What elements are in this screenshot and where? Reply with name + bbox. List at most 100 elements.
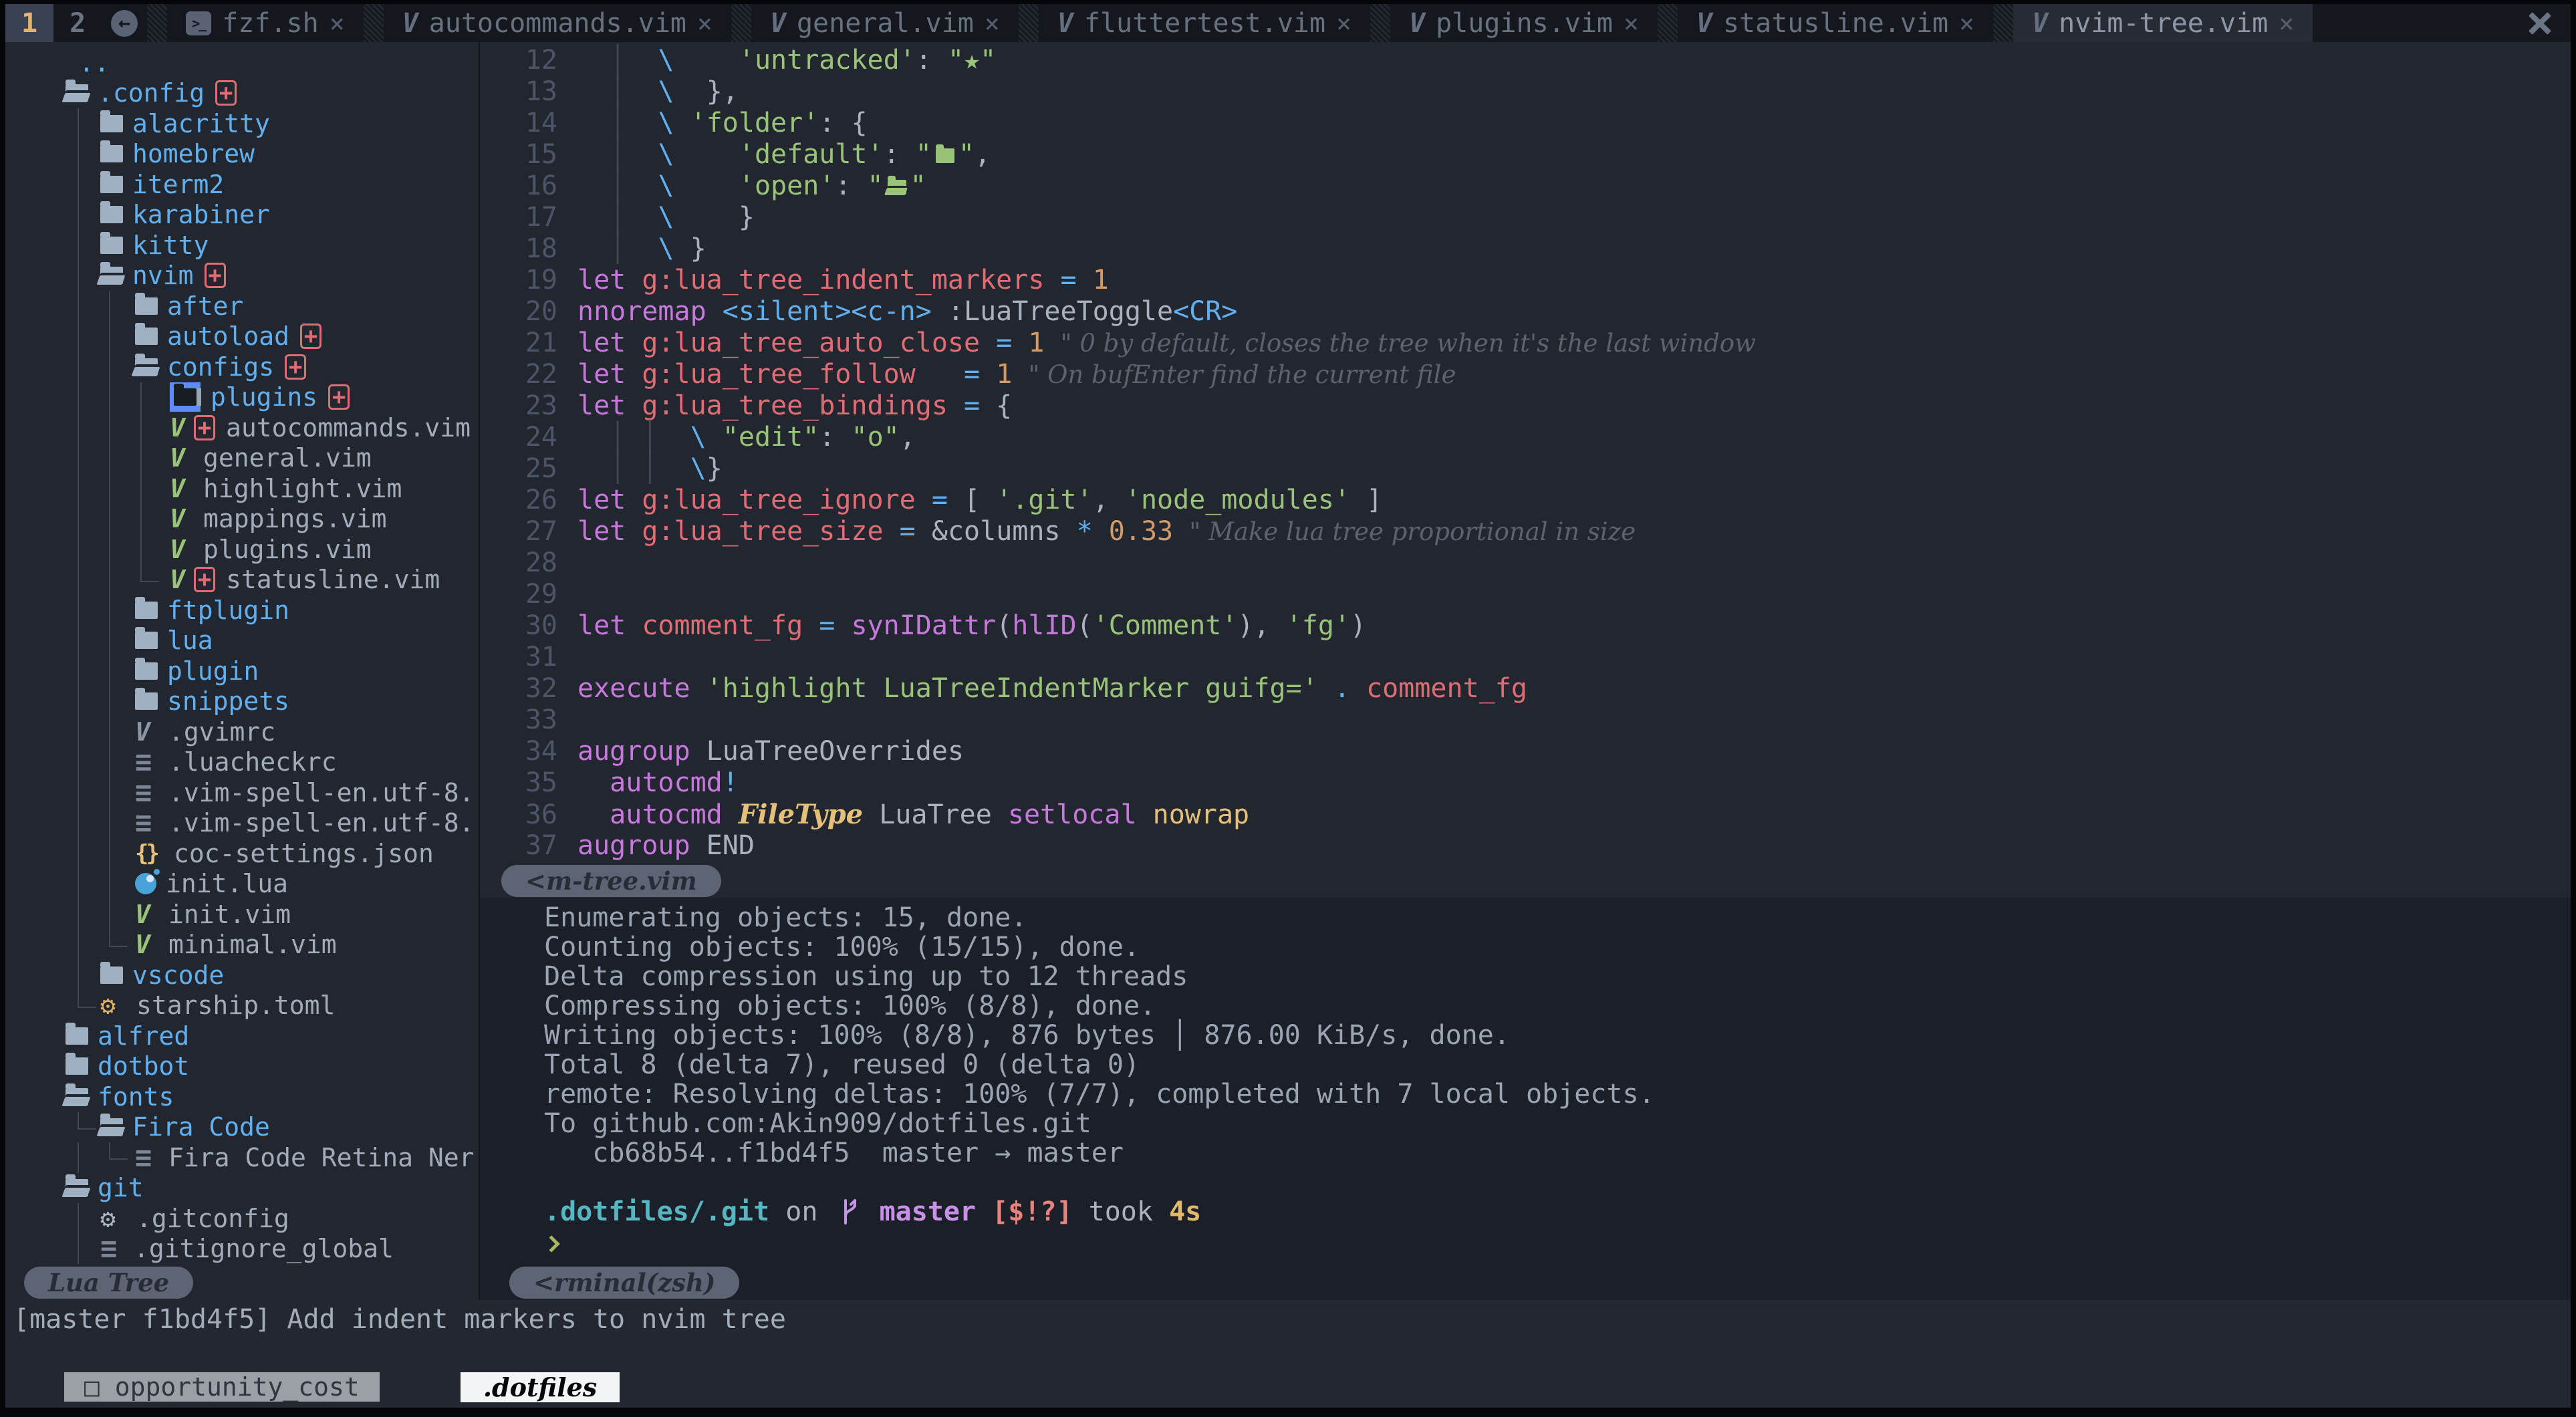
back-arrow-icon[interactable]: ← bbox=[111, 10, 138, 37]
tree-item-fonts[interactable]: fonts bbox=[5, 1081, 479, 1112]
tab-separator bbox=[731, 4, 751, 42]
tree-guide bbox=[109, 686, 110, 717]
tree-item-Fira-Code[interactable]: Fira Code bbox=[5, 1112, 479, 1143]
close-buffer-icon[interactable]: × bbox=[2279, 9, 2294, 38]
buffer-tab-fzf.sh[interactable]: >_fzf.sh× bbox=[167, 4, 363, 42]
tree-item-autoload[interactable]: autoload+ bbox=[5, 321, 479, 352]
tree-item-after[interactable]: after bbox=[5, 291, 479, 321]
tree-item-plugin[interactable]: plugin bbox=[5, 656, 479, 686]
close-icon[interactable] bbox=[2527, 10, 2553, 37]
tree-item-ftplugin[interactable]: ftplugin bbox=[5, 595, 479, 626]
tree-item-autocommands.vim[interactable]: V+autocommands.vim bbox=[5, 412, 479, 443]
tree-item-init.vim[interactable]: Vinit.vim bbox=[5, 899, 479, 930]
tabline: 12 ← >_fzf.sh×Vautocommands.vim×Vgeneral… bbox=[5, 4, 2571, 42]
tree-item-mappings.vim[interactable]: Vmappings.vim bbox=[5, 504, 479, 535]
tree-item-label: starship.toml bbox=[136, 991, 335, 1020]
tree-item-label: lua bbox=[167, 626, 213, 655]
tmux-window-1[interactable]: □ opportunity_cost bbox=[29, 1370, 414, 1404]
buffer-tab-autocommands.vim[interactable]: Vautocommands.vim× bbox=[384, 4, 731, 42]
tree-guide bbox=[78, 139, 79, 170]
tree-item-init.lua[interactable]: init.lua bbox=[5, 869, 479, 900]
tree-item-.luacheckrc[interactable]: ≡.luacheckrc bbox=[5, 747, 479, 778]
tree-item-homebrew[interactable]: homebrew bbox=[5, 139, 479, 170]
tree-item-plugins.vim[interactable]: Vplugins.vim bbox=[5, 534, 479, 565]
tree-item-statusline.vim[interactable]: V+statusline.vim bbox=[5, 565, 479, 596]
tree-guide bbox=[109, 595, 110, 626]
tabpage-1[interactable]: 1 bbox=[5, 4, 53, 42]
buffer-tab-plugins.vim[interactable]: Vplugins.vim× bbox=[1390, 4, 1658, 42]
tree-item-Fira-Code-Retina-Ner[interactable]: ≡Fira Code Retina Ner bbox=[5, 1142, 479, 1173]
folder-icon bbox=[100, 176, 123, 193]
tree-item-snippets[interactable]: snippets bbox=[5, 686, 479, 717]
folder-icon bbox=[100, 145, 123, 162]
tabpage-2[interactable]: 2 bbox=[53, 4, 102, 42]
tree-item-alfred[interactable]: alfred bbox=[5, 1021, 479, 1051]
tree-item-.vim-spell-en.utf-8.[interactable]: ≡.vim-spell-en.utf-8. bbox=[5, 808, 479, 839]
tree-item-.config[interactable]: .config+ bbox=[5, 78, 479, 109]
tree-item-kitty[interactable]: kitty bbox=[5, 230, 479, 261]
code-line: 26let g:lua_tree_ignore = [ '.git', 'nod… bbox=[507, 485, 2571, 516]
code-line: 35 autocmd! bbox=[507, 767, 2571, 799]
buffer-tab-statusline.vim[interactable]: Vstatusline.vim× bbox=[1678, 4, 1993, 42]
close-buffer-icon[interactable]: × bbox=[697, 9, 713, 38]
tree-item-alacritty[interactable]: alacritty bbox=[5, 108, 479, 139]
tab-separator bbox=[364, 4, 384, 42]
tree-item-.gitconfig[interactable]: ⚙.gitconfig bbox=[5, 1203, 479, 1234]
close-buffer-icon[interactable]: × bbox=[1959, 9, 1974, 38]
plus-badge-icon: + bbox=[194, 415, 215, 440]
tree-item-karabiner[interactable]: karabiner bbox=[5, 200, 479, 231]
buffer-tab-label: fzf.sh bbox=[222, 8, 319, 39]
tree-guide bbox=[109, 565, 110, 596]
tree-item-highlight.vim[interactable]: Vhighlight.vim bbox=[5, 473, 479, 504]
tree-item-general.vim[interactable]: Vgeneral.vim bbox=[5, 443, 479, 474]
close-buffer-icon[interactable]: × bbox=[1336, 9, 1351, 38]
tree-guide bbox=[78, 1112, 79, 1130]
tree-item-configs[interactable]: configs+ bbox=[5, 352, 479, 382]
close-buffer-icon[interactable]: × bbox=[985, 9, 1000, 38]
tree-item-nvim[interactable]: nvim+ bbox=[5, 261, 479, 291]
editor-buffer[interactable]: 12 │ \ 'untracked': "★"13 │ \ },14 │ \ '… bbox=[480, 42, 2571, 864]
terminal-split[interactable]: Enumerating objects: 15, done.Counting o… bbox=[480, 898, 2571, 1265]
tree-item-.gitignore-global[interactable]: ≡.gitignore_global bbox=[5, 1234, 479, 1265]
buffer-tab-fluttertest.vim[interactable]: Vfluttertest.vim× bbox=[1039, 4, 1370, 42]
tree-item-minimal.vim[interactable]: Vminimal.vim bbox=[5, 930, 479, 960]
tree-guide bbox=[140, 581, 159, 582]
tree-item-label: .gitconfig bbox=[136, 1204, 289, 1233]
tree-item-coc-settings.json[interactable]: {}coc-settings.json bbox=[5, 838, 479, 869]
tree-item-vscode[interactable]: vscode bbox=[5, 960, 479, 991]
vim-message-line: [master f1bd4f5] Add indent markers to n… bbox=[13, 1304, 786, 1335]
buffer-tab-general.vim[interactable]: Vgeneral.vim× bbox=[751, 4, 1019, 42]
tree-item-label: dotbot bbox=[98, 1051, 189, 1081]
tree-item-starship.toml[interactable]: ⚙starship.toml bbox=[5, 991, 479, 1021]
tree-item-.gvimrc[interactable]: V.gvimrc bbox=[5, 717, 479, 747]
tree-guide bbox=[78, 838, 79, 869]
tree-guide bbox=[109, 1158, 128, 1160]
buffer-tab-nvim-tree.vim[interactable]: Vnvim-tree.vim× bbox=[2013, 4, 2313, 42]
vim-file-icon: V bbox=[170, 506, 194, 531]
terminal-line: Writing objects: 100% (8/8), 876 bytes │… bbox=[544, 1021, 2571, 1050]
prompt-chevron-icon bbox=[543, 1235, 559, 1252]
tabpage-list: 12 bbox=[5, 4, 102, 42]
tree-guide bbox=[140, 412, 142, 443]
vim-file-icon: V bbox=[170, 476, 194, 501]
tree-item-label: mappings.vim bbox=[203, 504, 387, 533]
tree-item-.vim-spell-en.utf-8.[interactable]: ≡.vim-spell-en.utf-8. bbox=[5, 777, 479, 808]
tree-item-iterm2[interactable]: iterm2 bbox=[5, 169, 479, 200]
code-line: 27let g:lua_tree_size = &columns * 0.33 … bbox=[507, 516, 2571, 547]
folder-icon bbox=[100, 206, 123, 223]
tree-item-plugins[interactable]: plugins+ bbox=[5, 382, 479, 413]
folder-open-icon bbox=[100, 1118, 123, 1136]
tree-item-lua[interactable]: lua bbox=[5, 626, 479, 656]
json-file-icon: {} bbox=[135, 840, 164, 867]
tree-guide bbox=[140, 473, 142, 504]
tree-item-dotbot[interactable]: dotbot bbox=[5, 1051, 479, 1082]
line-number: 23 bbox=[507, 390, 557, 422]
tree-item-git[interactable]: git bbox=[5, 1173, 479, 1204]
text-file-icon: ≡ bbox=[135, 1144, 159, 1172]
close-buffer-icon[interactable]: × bbox=[1624, 9, 1639, 38]
text-file-icon: ≡ bbox=[135, 748, 159, 776]
close-buffer-icon[interactable]: × bbox=[330, 9, 345, 38]
tmux-window-2[interactable]: .dotfiles bbox=[434, 1370, 646, 1404]
tree-guide bbox=[140, 443, 142, 474]
tree-item-..[interactable]: .. bbox=[5, 47, 479, 78]
